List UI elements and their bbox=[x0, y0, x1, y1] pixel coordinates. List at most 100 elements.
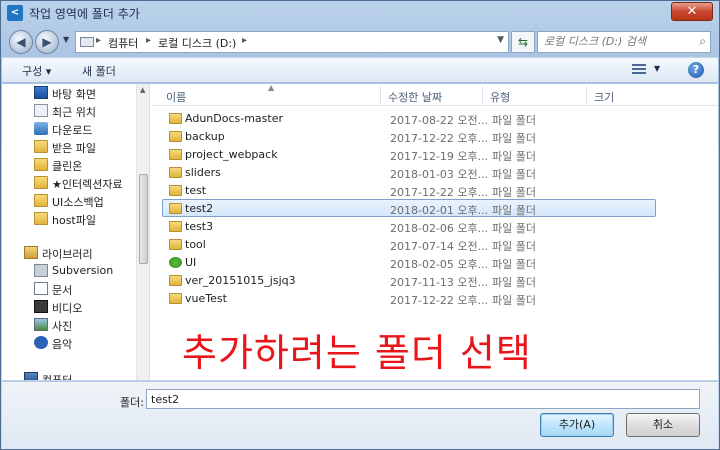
nav-item-downloads[interactable]: 다운로드 bbox=[2, 120, 136, 138]
nav-item-label: UI소스백업 bbox=[52, 196, 104, 209]
breadcrumb-local-disk[interactable]: 로컬 디스크 (D:) bbox=[158, 35, 236, 51]
navigation-pane: 바탕 화면 최근 위치 다운로드 받은 파일 클린온 ★인터렉션자료 UI소스백… bbox=[2, 84, 150, 380]
nav-item-desktop[interactable]: 바탕 화면 bbox=[2, 84, 136, 102]
breadcrumb-separator[interactable]: ▸ bbox=[242, 35, 247, 46]
folder-icon bbox=[169, 239, 182, 250]
table-row[interactable]: tool 2017-07-14 오전... 파일 폴더 bbox=[162, 235, 656, 253]
address-dropdown-icon[interactable]: ▼ bbox=[497, 35, 504, 45]
search-icon[interactable]: ⌕ bbox=[699, 34, 706, 49]
file-date: 2018-02-06 오후... bbox=[390, 222, 489, 235]
column-modified[interactable]: 수정한 날짜 bbox=[388, 89, 442, 105]
refresh-button[interactable]: ⇆ bbox=[511, 31, 535, 53]
file-list: ▲ 이름 수정한 날짜 유형 크기 AdunDocs-master 2017-08… bbox=[152, 83, 718, 380]
file-name: UI bbox=[185, 256, 197, 269]
file-date: 2018-02-05 오후... bbox=[390, 258, 489, 271]
forward-button[interactable]: ▶ bbox=[35, 30, 59, 54]
table-row[interactable]: vueTest 2017-12-22 오후... 파일 폴더 bbox=[162, 289, 656, 307]
folder-name-input[interactable] bbox=[146, 389, 700, 409]
file-date: 2017-12-19 오후... bbox=[390, 150, 489, 163]
change-view-icon[interactable] bbox=[632, 64, 646, 76]
table-row[interactable]: test2 2018-02-01 오후... 파일 폴더 bbox=[162, 199, 656, 217]
scrollbar-thumb[interactable] bbox=[139, 174, 148, 264]
table-row[interactable]: UI 2018-02-05 오후... 파일 폴더 bbox=[162, 253, 656, 271]
close-button[interactable]: ✕ bbox=[671, 2, 713, 21]
address-bar[interactable]: ▸ 컴퓨터 ▸ 로컬 디스크 (D:) ▸ ▼ bbox=[75, 31, 509, 53]
file-name: vueTest bbox=[185, 292, 227, 305]
folder-icon bbox=[169, 185, 182, 196]
recent-pages-dropdown[interactable]: ▼ bbox=[63, 35, 69, 44]
nav-item-received-files[interactable]: 받은 파일 bbox=[2, 138, 136, 156]
column-name[interactable]: 이름 bbox=[166, 89, 186, 105]
back-button[interactable]: ◀ bbox=[9, 30, 33, 54]
documents-icon bbox=[34, 282, 48, 295]
nav-item-label: 컴퓨터 bbox=[42, 372, 72, 380]
nav-item-music[interactable]: 음악 bbox=[2, 334, 136, 352]
table-row[interactable]: test 2017-12-22 오후... 파일 폴더 bbox=[162, 181, 656, 199]
column-divider[interactable] bbox=[380, 86, 381, 104]
table-row[interactable]: backup 2017-12-22 오후... 파일 폴더 bbox=[162, 127, 656, 145]
file-date: 2017-12-22 오후... bbox=[390, 186, 489, 199]
vs-code-icon: < bbox=[7, 5, 23, 21]
cancel-button[interactable]: 취소 bbox=[626, 413, 700, 437]
nav-item-documents[interactable]: 문서 bbox=[2, 280, 136, 298]
file-type: 파일 폴더 bbox=[492, 132, 536, 145]
nav-item-label: 음악 bbox=[52, 338, 73, 351]
table-row[interactable]: AdunDocs-master 2017-08-22 오전... 파일 폴더 bbox=[162, 109, 656, 127]
file-date: 2018-01-03 오전... bbox=[390, 168, 489, 181]
file-type: 파일 폴더 bbox=[492, 150, 536, 163]
nav-item-subversion[interactable]: Subversion bbox=[2, 262, 136, 280]
search-box[interactable]: ⌕ bbox=[537, 31, 711, 53]
file-date: 2017-08-22 오전... bbox=[390, 114, 489, 127]
add-button[interactable]: 추가(A) bbox=[540, 413, 614, 437]
computer-icon bbox=[24, 372, 38, 380]
column-size[interactable]: 크기 bbox=[594, 89, 614, 105]
file-date: 2017-12-22 오후... bbox=[390, 132, 489, 145]
arrow-left-icon: ◀ bbox=[16, 35, 26, 49]
file-name: AdunDocs-master bbox=[185, 112, 283, 125]
table-row[interactable]: test3 2018-02-06 오후... 파일 폴더 bbox=[162, 217, 656, 235]
dialog-footer: 폴더: 추가(A) 취소 bbox=[2, 381, 718, 449]
new-folder-button[interactable]: 새 폴더 bbox=[82, 63, 116, 79]
help-icon[interactable]: ? bbox=[688, 62, 704, 78]
file-name: tool bbox=[185, 238, 206, 251]
search-input[interactable] bbox=[544, 35, 684, 48]
nav-item-label: host파일 bbox=[52, 214, 96, 227]
nav-item-host-file[interactable]: host파일 bbox=[2, 210, 136, 228]
nav-item-computer[interactable]: 컴퓨터 bbox=[2, 370, 136, 380]
arrow-right-icon: ▶ bbox=[42, 35, 52, 49]
nav-item-videos[interactable]: 비디오 bbox=[2, 298, 136, 316]
file-date: 2017-11-13 오전... bbox=[390, 276, 489, 289]
title-bar[interactable]: < 작업 영역에 폴더 추가 ✕ bbox=[1, 1, 719, 25]
table-row[interactable]: sliders 2018-01-03 오전... 파일 폴더 bbox=[162, 163, 656, 181]
add-folder-dialog: < 작업 영역에 폴더 추가 ✕ ◀ ▶ ▼ ▸ 컴퓨터 ▸ 로컬 디스크 (D… bbox=[0, 0, 720, 450]
nav-item-cleanon[interactable]: 클린온 bbox=[2, 156, 136, 174]
table-row[interactable]: ver_20151015_jsjq3 2017-11-13 오전... 파일 폴더 bbox=[162, 271, 656, 289]
nav-item-recent-places[interactable]: 최근 위치 bbox=[2, 102, 136, 120]
scroll-up-icon[interactable]: ▲ bbox=[140, 86, 145, 94]
svn-ok-folder-icon bbox=[169, 257, 182, 268]
organize-button[interactable]: 구성 ▾ bbox=[22, 63, 51, 79]
breadcrumb-separator[interactable]: ▸ bbox=[96, 35, 101, 46]
folder-icon bbox=[169, 221, 182, 232]
pictures-icon bbox=[34, 318, 48, 331]
nav-scrollbar[interactable]: ▲ bbox=[136, 84, 149, 380]
file-name: test3 bbox=[185, 220, 214, 233]
nav-item-libraries[interactable]: 라이브러리 bbox=[2, 244, 136, 262]
column-type[interactable]: 유형 bbox=[490, 89, 510, 105]
column-divider[interactable] bbox=[482, 86, 483, 104]
nav-item-ui-source-backup[interactable]: UI소스백업 bbox=[2, 192, 136, 210]
video-icon bbox=[34, 300, 48, 313]
nav-item-label: 받은 파일 bbox=[52, 142, 96, 155]
file-name: project_webpack bbox=[185, 148, 278, 161]
view-options-dropdown[interactable]: ▼ bbox=[654, 64, 660, 73]
column-divider[interactable] bbox=[586, 86, 587, 104]
table-row[interactable]: project_webpack 2017-12-19 오후... 파일 폴더 bbox=[162, 145, 656, 163]
breadcrumb-separator[interactable]: ▸ bbox=[146, 35, 151, 46]
nav-item-pictures[interactable]: 사진 bbox=[2, 316, 136, 334]
file-type: 파일 폴더 bbox=[492, 222, 536, 235]
nav-item-label: 최근 위치 bbox=[52, 106, 96, 119]
star-folder-icon bbox=[34, 176, 48, 189]
folder-icon bbox=[34, 158, 48, 171]
breadcrumb-computer[interactable]: 컴퓨터 bbox=[108, 35, 138, 51]
nav-item-interaction-materials[interactable]: ★인터렉션자료 bbox=[2, 174, 136, 192]
